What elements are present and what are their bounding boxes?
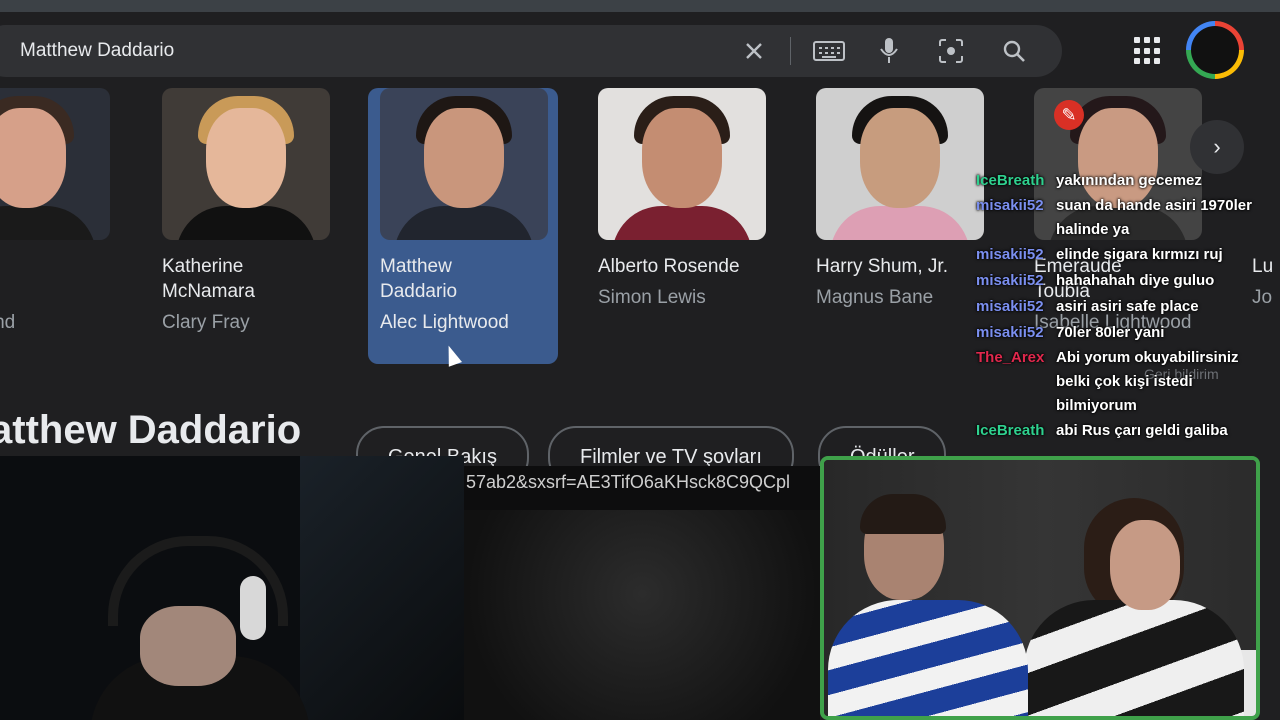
cast-photo [380, 88, 548, 240]
chat-username[interactable]: misakii52 [976, 242, 1044, 268]
cam-person1-body [828, 600, 1028, 716]
close-icon[interactable] [738, 35, 770, 67]
stream-chat: IceBreath yakınından gecemez misakii52 suan… [976, 168, 1276, 444]
cast-card[interactable]: nicwood Wayland [0, 88, 120, 364]
status-url-bar: 57ab2&sxsrf=AE3TifO6aKHsck8C9QCpl [464, 466, 820, 510]
cast-character-name: Magnus Bane [816, 287, 934, 308]
chat-message: misakii52 asiri asiri safe place [976, 294, 1276, 320]
chat-username[interactable]: IceBreath [976, 168, 1044, 194]
chat-text: asiri asiri safe place [1056, 298, 1199, 315]
headphone-earcup [240, 576, 266, 640]
chat-message: IceBreath yakınından gecemez [976, 168, 1276, 194]
cast-actor-name: Matthew Daddario [380, 254, 560, 304]
chat-username[interactable]: misakii52 [976, 320, 1044, 346]
cast-card[interactable]: Alberto Rosende Simon Lewis [586, 88, 776, 364]
portrait-face [206, 108, 286, 208]
chat-message: misakii52 suan da hande asiri 1970ler hal… [976, 194, 1276, 242]
portrait-torso [176, 206, 316, 240]
cast-name-line: Daddario [380, 281, 458, 302]
webcam-left [0, 456, 464, 720]
cast-character-name: Simon Lewis [598, 287, 706, 308]
chat-text: elinde sigara kırmızı ruj [1056, 246, 1223, 263]
chat-text: yakınından gecemez [1056, 172, 1202, 189]
dark-background [464, 510, 820, 720]
portrait-torso [394, 206, 534, 240]
portrait-torso [830, 206, 970, 240]
chat-text: hahahahah diye guluo [1056, 272, 1215, 289]
account-avatar[interactable] [1186, 21, 1244, 79]
keyboard-icon[interactable] [813, 35, 845, 67]
portrait-face [424, 108, 504, 208]
portrait-face [642, 108, 722, 208]
mic-icon[interactable] [873, 35, 905, 67]
browser-top-strip [0, 0, 1280, 12]
chat-username[interactable]: misakii52 [976, 268, 1044, 294]
chat-message: The_Arex Abi yorum okuyabilirsiniz belki … [976, 346, 1276, 418]
cast-actor-name: Alberto Rosende [598, 254, 778, 279]
cast-card[interactable]: Katherine McNamara Clary Fray [150, 88, 340, 364]
search-bar[interactable]: Matthew Daddario [0, 25, 1062, 77]
cam-person1-hair [860, 494, 946, 534]
cast-name-line: Harry Shum, Jr. [816, 256, 948, 277]
cast-character-name: Clary Fray [162, 312, 250, 333]
cast-name-line: Katherine [162, 256, 244, 277]
avatar-image [1191, 26, 1239, 74]
chat-text: 70ler 80ler yani [1056, 324, 1165, 341]
carousel-next-button[interactable]: › [1190, 120, 1244, 174]
apps-icon[interactable] [1134, 37, 1162, 65]
portrait-torso [0, 206, 96, 240]
chat-message: misakii52 70ler 80ler yani [976, 320, 1276, 346]
cast-name-line: Matthew [380, 256, 452, 277]
cast-photo [598, 88, 766, 240]
chat-username[interactable]: misakii52 [976, 294, 1044, 320]
portrait-face [0, 108, 66, 208]
cast-photo [0, 88, 110, 240]
cast-name-line: nic [0, 254, 122, 279]
chat-username[interactable]: IceBreath [976, 418, 1044, 444]
knowledge-panel-title: atthew Daddario [0, 408, 302, 452]
cast-actor-name: Harry Shum, Jr. [816, 254, 996, 279]
cast-actor-name: Katherine McNamara [162, 254, 342, 304]
chat-text: abi Rus çarı geldi galiba [1056, 422, 1228, 439]
cast-card[interactable]: Harry Shum, Jr. Magnus Bane [804, 88, 994, 364]
streamer-logo-icon: ✎ [1054, 100, 1084, 130]
webcam-right [820, 456, 1260, 720]
cast-actor-name: nicwood [0, 254, 122, 304]
chat-message: misakii52 hahahahah diye guluo [976, 268, 1276, 294]
chat-text: Abi yorum okuyabilirsiniz belki çok kişi… [1056, 349, 1239, 414]
cast-photo [816, 88, 984, 240]
chat-username[interactable]: misakii52 [976, 194, 1044, 218]
chat-message: IceBreath abi Rus çarı geldi galiba [976, 418, 1276, 444]
chat-message: misakii52 elinde sigara kırmızı ruj [976, 242, 1276, 268]
search-input[interactable]: Matthew Daddario [20, 40, 174, 62]
lens-icon[interactable] [935, 35, 967, 67]
cast-name-line: McNamara [162, 281, 255, 302]
chat-text: suan da hande asiri 1970ler halinde ya [1056, 197, 1252, 238]
search-icon[interactable] [998, 35, 1030, 67]
cam-person2-body [1024, 600, 1244, 716]
search-divider [790, 37, 791, 65]
cast-name-line: Alberto Rosende [598, 256, 740, 277]
cam-wall [300, 456, 464, 720]
url-fragment: 57ab2&sxsrf=AE3TifO6aKHsck8C9QCpl [466, 472, 790, 492]
cast-name-line: wood [0, 279, 122, 304]
cast-character-name: Alec Lightwood [380, 312, 509, 333]
cast-photo [162, 88, 330, 240]
portrait-face [860, 108, 940, 208]
portrait-torso [612, 206, 752, 240]
chat-username[interactable]: The_Arex [976, 346, 1044, 370]
cast-character-name: Wayland [0, 312, 16, 333]
cam-person2-face [1110, 520, 1180, 610]
cast-card[interactable]: Matthew Daddario Alec Lightwood [368, 88, 558, 364]
